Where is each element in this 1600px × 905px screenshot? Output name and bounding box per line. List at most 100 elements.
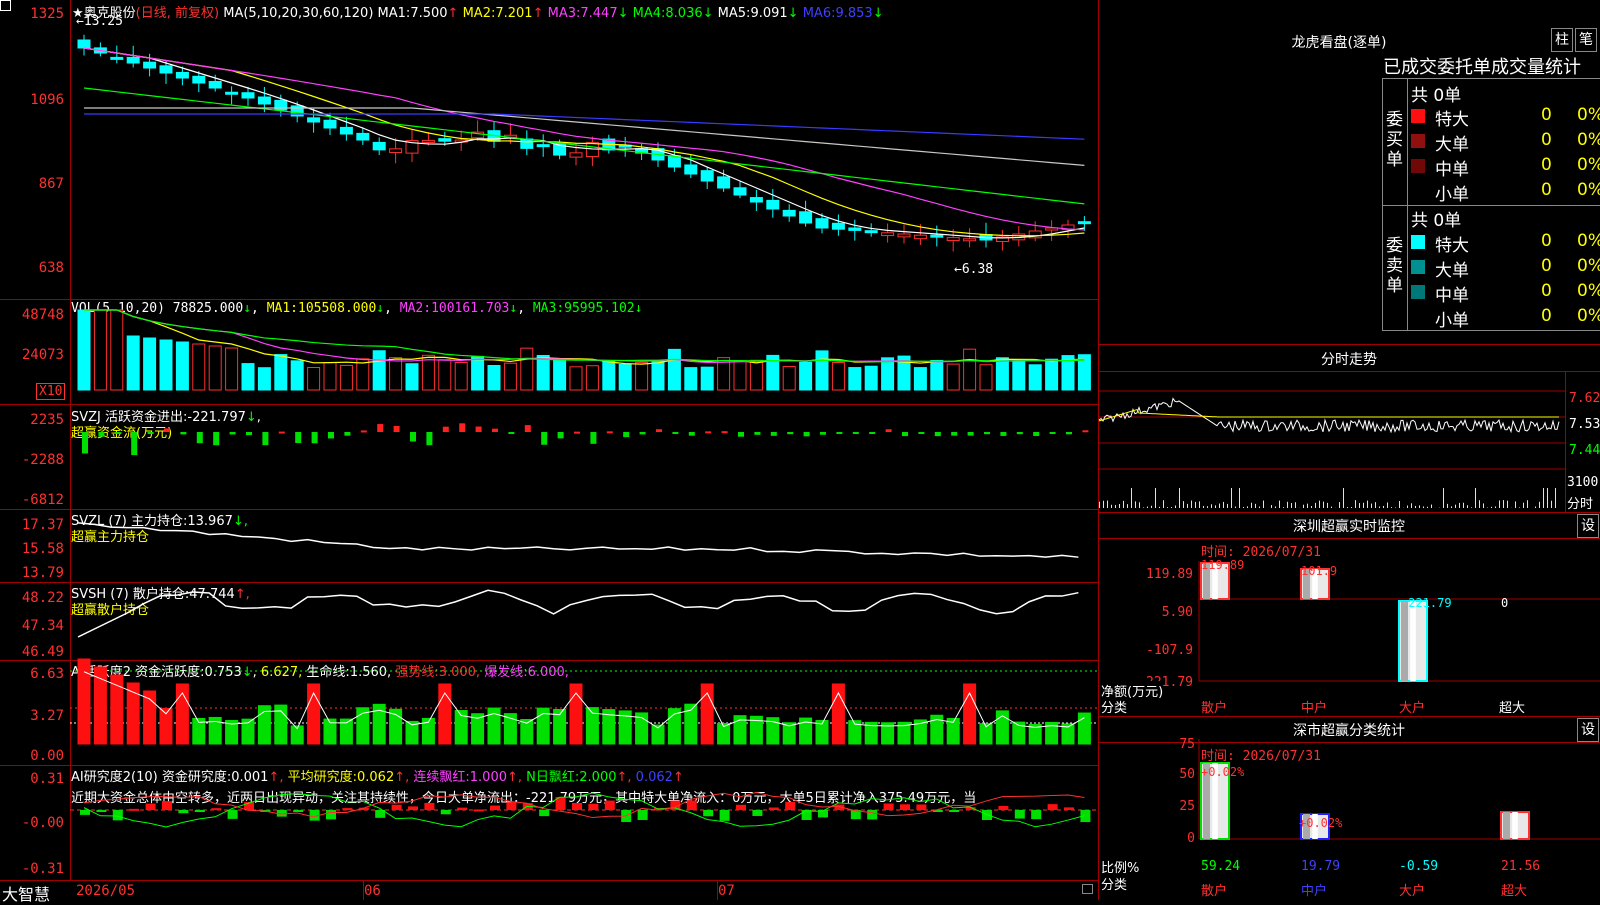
longhu-panel[interactable]: 龙虎看盘(逐单) 柱 笔 已成交委托单成交量统计 委买单 共 0单 特大 0 0… (1099, 0, 1600, 344)
flow-bar (705, 431, 711, 433)
intraday-vol-bar (1223, 502, 1224, 508)
intraday-vol-bar (1491, 507, 1492, 508)
candle-body (357, 133, 369, 140)
intraday-vol-bar (1539, 502, 1540, 508)
research-bar (457, 808, 467, 810)
candle-body (242, 93, 254, 98)
intraday-vol-bar (1175, 505, 1176, 508)
intraday-vol-bar (1323, 502, 1324, 508)
flow-bar (590, 432, 596, 444)
volume-bar (996, 358, 1008, 390)
intraday-vol-bar (1307, 504, 1308, 508)
flow-bar (98, 432, 104, 437)
divider (1565, 371, 1566, 512)
research-bar (736, 805, 746, 810)
intraday-chart[interactable] (1099, 371, 1565, 512)
flow-bar (492, 429, 498, 432)
research-bar (867, 810, 877, 819)
volume-bar (111, 310, 123, 390)
svsh-line (0, 582, 1098, 660)
ai-research-pane[interactable]: 0.31 -0.00 -0.31 AI研究度2(10) 资金研究度:0.001↑… (0, 765, 1098, 880)
intraday-vol-bar (1343, 488, 1344, 508)
research-bar (474, 809, 484, 811)
classify-panel[interactable]: 深市超赢分类统计 设 时间: 2026/07/31 75 50 25 0 比例%… (1099, 717, 1600, 900)
monitor-value: -221.79 (1401, 596, 1452, 610)
candle-body (701, 171, 713, 181)
candle-body (816, 219, 828, 228)
buy-row-label: 大单 (1435, 130, 1469, 155)
divider (1382, 78, 1383, 330)
intraday-vol-unit: 分时 (1567, 493, 1593, 512)
sell-row-pct: 0% (1577, 256, 1600, 276)
intraday-vol-bar (1475, 488, 1476, 508)
intraday-ytick: 7.44 (1569, 443, 1600, 458)
volume-bar (324, 363, 336, 390)
volume-bar (504, 363, 516, 390)
bar-mode-button[interactable]: 柱 (1551, 28, 1573, 52)
volume-pane[interactable]: 48748 24073 X10 VOL(5,10,20) 78825.000↓,… (0, 299, 1098, 404)
svzj-bars (0, 404, 1098, 509)
candle-body (767, 200, 779, 209)
classify-ytick: 0 (1099, 831, 1195, 846)
candle-body (832, 223, 844, 229)
candle-body (111, 57, 123, 59)
flow-bar (410, 432, 416, 442)
research-bar (424, 803, 434, 810)
research-bar (506, 802, 516, 810)
flow-bar (672, 432, 678, 434)
intraday-vol-bar (1519, 507, 1520, 508)
lock-icon[interactable] (1082, 884, 1093, 894)
intraday-vol-bar (1111, 505, 1112, 508)
kline-pane[interactable]: 1325 1096 867 638 ★奥克股份(日线, 前复权) MA(5,10… (0, 0, 1098, 299)
monitor-bar-chart (1199, 561, 1600, 691)
research-bar (769, 807, 779, 810)
volume-bar (1046, 359, 1058, 390)
intraday-vol-bar (1367, 501, 1368, 508)
flow-bar (1066, 432, 1072, 434)
intraday-vol-bar (1187, 504, 1188, 508)
classify-top-label: +0.02% (1201, 765, 1244, 779)
volume-bar (750, 360, 762, 390)
intraday-vol-bar (1451, 506, 1452, 508)
xaxis-line (0, 880, 1098, 881)
ai-activity-pane[interactable]: 6.63 3.27 0.00 AI活跃度2 资金活跃度:0.753↓, 6.62… (0, 660, 1098, 765)
candle-body (947, 238, 959, 241)
sell-side-label: 委卖单 (1386, 236, 1404, 296)
monitor-value: 119.89 (1201, 558, 1244, 572)
intraday-vol-bar (1535, 507, 1536, 508)
volume-bar (603, 361, 615, 390)
candle-body (537, 145, 549, 147)
ai-research-bars (0, 765, 1098, 880)
intraday-vol-bar (1271, 505, 1272, 508)
classify-value: 19.79 (1301, 859, 1340, 874)
candlestick-chart[interactable] (0, 0, 1098, 299)
intraday-panel[interactable]: 分时走势 7.62 7.53 7.44 3100 分时 (1099, 345, 1600, 512)
volume-bar (472, 356, 484, 390)
candle-body (734, 188, 746, 195)
buy-total: 共 0单 (1411, 81, 1461, 106)
svzl-pane[interactable]: 17.37 15.58 13.79 SVZL (7) 主力持仓:13.967↓,… (0, 509, 1098, 582)
buy-row-count: 0 (1541, 180, 1552, 200)
flow-bar (1000, 432, 1006, 436)
intraday-vol-bar (1355, 500, 1356, 508)
intraday-vol-bar (1287, 502, 1288, 508)
monitor-title: 深圳超赢实时监控 (1239, 516, 1459, 536)
candle-body (193, 76, 205, 83)
volume-bar (488, 366, 500, 390)
intraday-vol-bar (1311, 506, 1312, 508)
research-bar (129, 809, 139, 811)
classify-value: 21.56 (1501, 859, 1540, 874)
settings-button[interactable]: 设 (1577, 514, 1599, 538)
tick-mode-button[interactable]: 笔 (1575, 28, 1597, 52)
intraday-vol-bar (1555, 488, 1556, 508)
flow-bar (1082, 430, 1088, 432)
intraday-vol-bar (1211, 504, 1212, 508)
xaxis-label: 07 (718, 883, 735, 899)
intraday-vol-bar (1191, 501, 1192, 508)
monitor-panel[interactable]: 深圳超赢实时监控 设 时间: 2026/07/31 119.89 5.90 -1… (1099, 513, 1600, 716)
svzj-pane[interactable]: 2235 -2288 -6812 SVZJ 活跃资金进出:-221.797↓, … (0, 404, 1098, 509)
research-bar (785, 802, 795, 810)
svsh-pane[interactable]: 48.22 47.34 46.49 SVSH (7) 散户持仓:47.744↑,… (0, 582, 1098, 660)
intraday-vol-bar (1195, 502, 1196, 508)
flow-bar (508, 432, 514, 434)
